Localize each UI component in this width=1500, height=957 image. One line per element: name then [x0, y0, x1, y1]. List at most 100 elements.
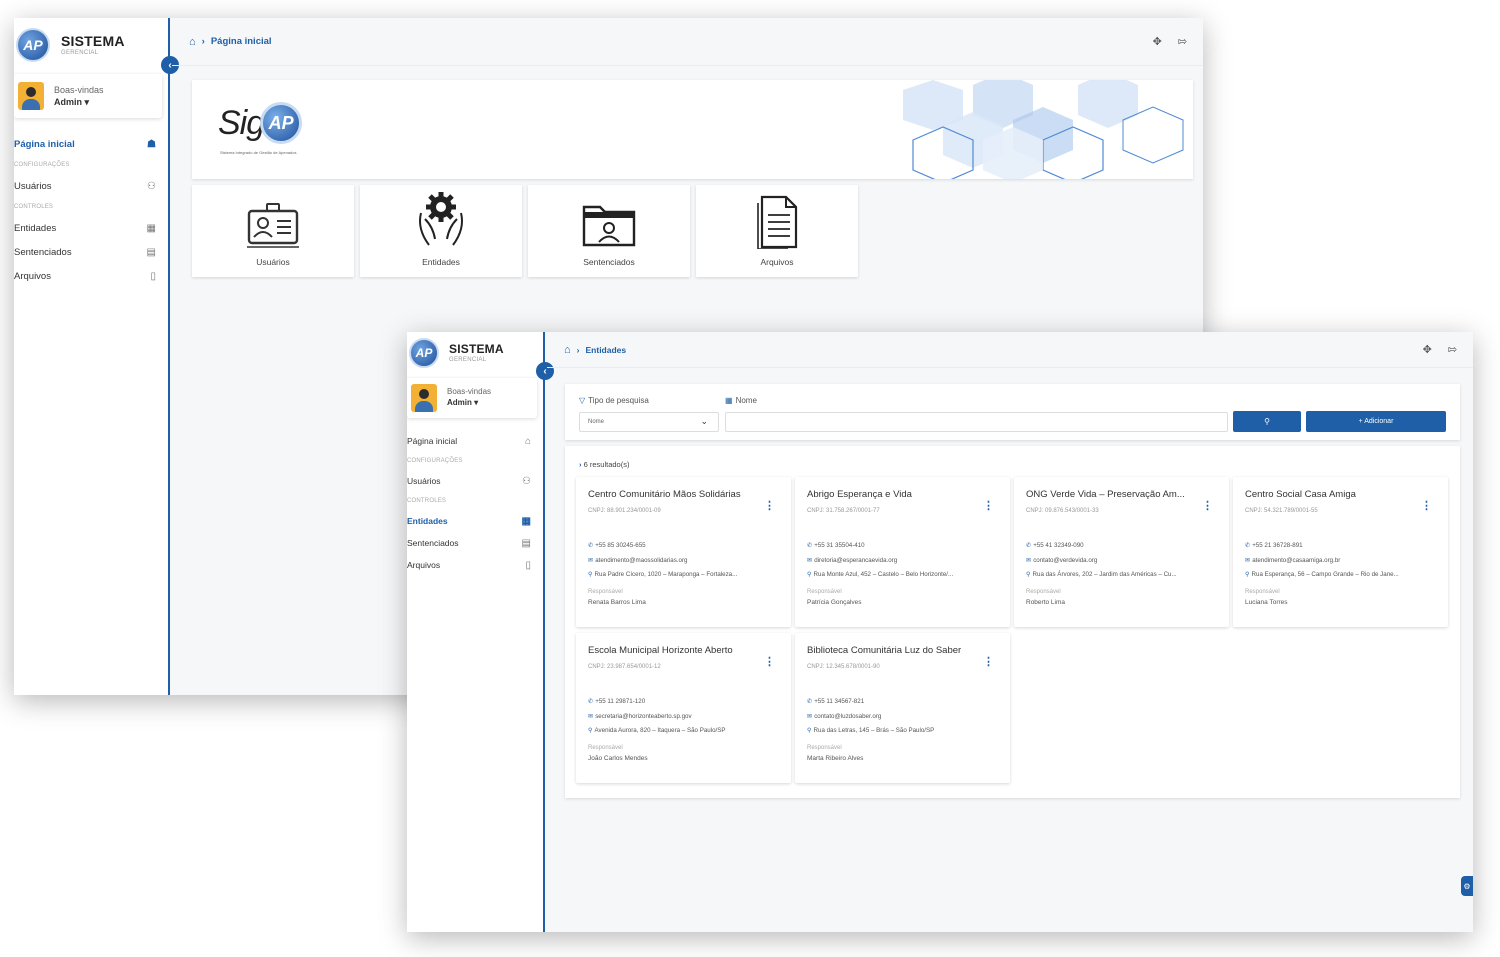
- search-input[interactable]: [725, 412, 1228, 432]
- sigap-logo-badge: AP: [260, 102, 303, 144]
- breadcrumb: ⌂ › Página inicial: [189, 36, 272, 48]
- user-card[interactable]: Boas-vindas Admin ▾: [14, 74, 162, 118]
- entity-card[interactable]: Escola Municipal Horizonte Aberto CNPJ: …: [576, 633, 791, 783]
- entity-cnpj: CNPJ: 12.345.678/0001-90: [807, 664, 880, 670]
- sidebar-item-entities[interactable]: Entidades ▦: [14, 216, 168, 240]
- entity-phone: ✆ +55 85 30245-655: [588, 539, 778, 554]
- entity-phone-text: +55 41 32349-090: [1033, 542, 1084, 549]
- chevron-right-icon: ›: [201, 36, 205, 47]
- entity-card[interactable]: Biblioteca Comunitária Luz do Saber CNPJ…: [795, 633, 1010, 783]
- entity-name: Abrigo Esperança e Vida: [807, 489, 912, 500]
- tile-label: Sentenciados: [583, 257, 635, 267]
- mail-icon: ✉: [588, 712, 594, 720]
- chevron-right-icon: ›: [579, 460, 582, 469]
- entity-phone-text: +55 85 30245-655: [595, 542, 646, 549]
- user-menu[interactable]: Admin ▾: [447, 398, 491, 409]
- file-icon: ▯: [150, 270, 156, 282]
- move-icon[interactable]: ✥: [1423, 343, 1432, 356]
- search-type-select[interactable]: Nome ⌄: [579, 412, 719, 432]
- kebab-menu-icon[interactable]: ⋮: [1421, 499, 1432, 512]
- file-user-icon: ▤: [521, 537, 531, 549]
- search-panel: ▽ Tipo de pesquisa ▦ Nome Nome ⌄ ⚲ + Adici…: [565, 384, 1460, 440]
- app-logo[interactable]: AP SISTEMA GERENCIAL: [407, 332, 543, 368]
- users-icon: ⚇: [522, 475, 531, 487]
- entity-email-text: atendimento@casaamiga.org.br: [1252, 556, 1341, 564]
- section-config: CONFIGURAÇÕES: [407, 458, 463, 464]
- entity-phone: ✆ +55 11 29871-120: [588, 695, 778, 710]
- entity-name: Centro Social Casa Amiga: [1245, 489, 1356, 500]
- breadcrumb: ⌂ › Entidades: [564, 344, 626, 356]
- tile-entities[interactable]: Entidades: [360, 185, 522, 277]
- map-pin-icon: ⚲: [807, 727, 812, 734]
- sidebar-item-users[interactable]: Usuários ⚇: [407, 470, 543, 492]
- move-icon[interactable]: ✥: [1153, 35, 1162, 48]
- map-pin-icon: ⚲: [588, 727, 593, 734]
- add-button[interactable]: + Adicionar: [1306, 411, 1446, 432]
- hexagon-pattern: [903, 80, 1184, 179]
- sidebar-item-label: Arquivos: [407, 560, 441, 570]
- responsible-name: João Carlos Mendes: [588, 754, 648, 762]
- section-controls: CONTROLES: [407, 498, 447, 504]
- sidebar-item-label: Arquivos: [14, 270, 51, 282]
- app-title: SISTEMA: [449, 342, 504, 356]
- entity-card[interactable]: ONG Verde Vida – Preservação Am... CNPJ:…: [1014, 477, 1229, 627]
- name-label-text: Nome: [735, 396, 757, 405]
- sidebar-item-label: Usuários: [407, 476, 441, 486]
- entity-name: Escola Municipal Horizonte Aberto: [588, 645, 733, 656]
- section-controls: CONTROLES: [14, 204, 54, 210]
- kebab-menu-icon[interactable]: ⋮: [764, 655, 775, 668]
- sidebar-item-entities[interactable]: Entidades ▦: [407, 510, 543, 532]
- kebab-menu-icon[interactable]: ⋮: [1202, 499, 1213, 512]
- entity-address: ⚲ Avenida Aurora, 820 – Itaquera – São Pa…: [588, 724, 778, 739]
- kebab-menu-icon[interactable]: ⋮: [764, 499, 775, 512]
- tile-users[interactable]: Usuários: [192, 185, 354, 277]
- responsible-name: Renata Barros Lima: [588, 598, 646, 606]
- tile-files[interactable]: Arquivos: [696, 185, 858, 277]
- phone-icon: ✆: [807, 698, 813, 705]
- entity-phone-text: +55 11 29871-120: [595, 698, 646, 705]
- entity-card[interactable]: Abrigo Esperança e Vida CNPJ: 31.758.267…: [795, 477, 1010, 627]
- sidebar-item-users[interactable]: Usuários ⚇: [14, 174, 168, 198]
- responsible-label: Responsável: [807, 588, 842, 595]
- entity-email-text: secretaria@horizonteaberto.sp.gov: [595, 712, 692, 720]
- home-icon[interactable]: ⌂: [564, 344, 571, 356]
- settings-gear-icon[interactable]: ⚙: [1461, 876, 1473, 896]
- entity-address-text: Rua Monte Azul, 452 – Castelo – Belo Hor…: [813, 571, 954, 578]
- sidebar-item-files[interactable]: Arquivos ▯: [14, 264, 168, 288]
- user-menu[interactable]: Admin ▾: [54, 96, 104, 108]
- logout-icon[interactable]: ⇰: [1448, 343, 1457, 356]
- sidebar-item-files[interactable]: Arquivos ▯: [407, 554, 543, 576]
- mail-icon: ✉: [1245, 556, 1251, 564]
- topbar: ⌂ › Entidades ✥ ⇰: [547, 332, 1473, 368]
- logo-badge: AP: [409, 338, 439, 368]
- home-icon[interactable]: ⌂: [189, 36, 196, 48]
- greeting-text: Boas-vindas: [447, 387, 492, 397]
- phone-icon: ✆: [807, 542, 813, 549]
- sidebar-item-label: Entidades: [407, 516, 448, 526]
- entity-address: ⚲ Rua Esperança, 56 – Campo Grande – Rio …: [1245, 568, 1435, 583]
- logout-icon[interactable]: ⇰: [1178, 35, 1187, 48]
- tile-sentenced[interactable]: Sentenciados: [528, 185, 690, 277]
- kebab-menu-icon[interactable]: ⋮: [983, 655, 994, 668]
- entity-card[interactable]: Centro Social Casa Amiga CNPJ: 54.321.78…: [1233, 477, 1448, 627]
- welcome-banner: Sig AP Sistema Integrado de Gestão de Ap…: [192, 80, 1193, 179]
- home-icon: ☗: [147, 138, 156, 150]
- entity-email: ✉ contato@luzdosaber.org: [807, 710, 997, 725]
- user-card[interactable]: Boas-vindas Admin ▾: [407, 378, 537, 418]
- select-value: Nome: [588, 419, 605, 425]
- entity-phone: ✆ +55 41 32349-090: [1026, 539, 1216, 554]
- sidebar-item-sentenced[interactable]: Sentenciados ▤: [407, 532, 543, 554]
- sidebar-item-sentenced[interactable]: Sentenciados ▤: [14, 240, 168, 264]
- search-button[interactable]: ⚲: [1233, 411, 1301, 432]
- app-logo[interactable]: AP SISTEMA GERENCIAL: [14, 18, 168, 62]
- sidebar-item-home[interactable]: Página inicial ☗: [14, 132, 168, 156]
- entity-email: ✉ secretaria@horizonteaberto.sp.gov: [588, 710, 778, 725]
- sidebar-item-home[interactable]: Página inicial ⌂: [407, 430, 543, 452]
- phone-icon: ✆: [1026, 542, 1032, 549]
- map-pin-icon: ⚲: [588, 571, 593, 578]
- folder-user-icon: [582, 205, 636, 247]
- file-user-icon: ▤: [146, 246, 156, 258]
- kebab-menu-icon[interactable]: ⋮: [983, 499, 994, 512]
- entity-address-text: Rua das Letras, 145 – Brás – São Paulo/S…: [813, 727, 935, 734]
- entity-card[interactable]: Centro Comunitário Mãos Solidárias CNPJ:…: [576, 477, 791, 627]
